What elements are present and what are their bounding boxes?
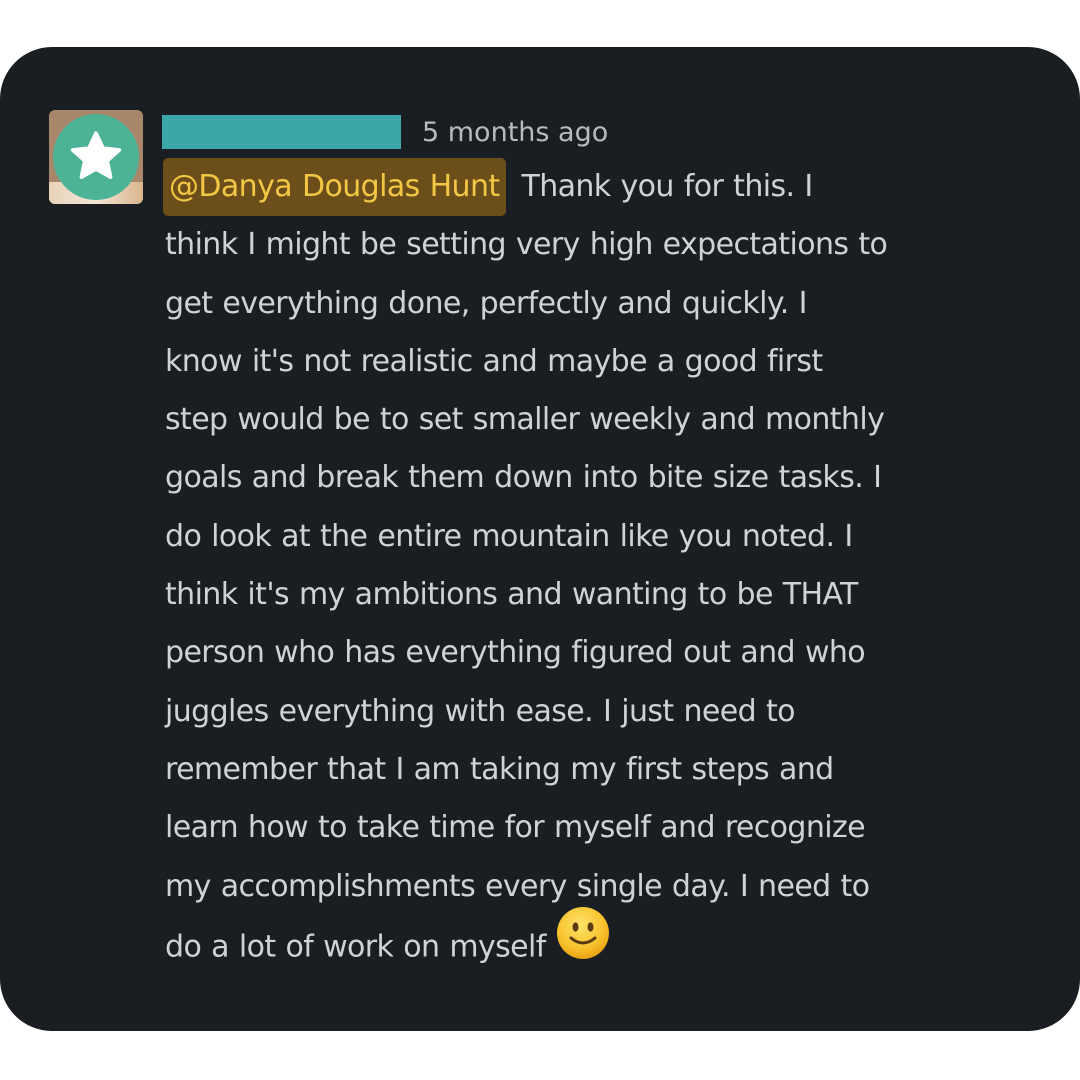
message-text: do a lot of work on myself	[165, 929, 546, 965]
message-line: do a lot of work on myself	[165, 906, 1025, 980]
message-line: think it's my ambitions and wanting to b…	[165, 577, 858, 613]
message-line: get everything done, perfectly and quick…	[165, 285, 808, 321]
message-line: person who has everything figured out an…	[165, 635, 866, 671]
author-name-redacted[interactable]	[162, 115, 401, 149]
message-line: remember that I am taking my first steps…	[165, 751, 834, 787]
message-line: @Danya Douglas Hunt Thank you for this. …	[163, 158, 1025, 216]
message-line: do look at the entire mountain like you …	[165, 518, 853, 554]
message-timestamp[interactable]: 5 months ago	[422, 113, 608, 153]
message-line: step would be to set smaller weekly and …	[165, 402, 885, 438]
slightly-smiling-face-icon	[556, 906, 610, 980]
avatar[interactable]	[49, 110, 143, 204]
message-body: @Danya Douglas Hunt Thank you for this. …	[163, 158, 1025, 980]
message-line: juggles everything with ease. I just nee…	[165, 693, 796, 729]
user-mention[interactable]: @Danya Douglas Hunt	[163, 158, 506, 216]
message-line: learn how to take time for myself and re…	[165, 810, 866, 846]
avatar-badge	[53, 114, 139, 200]
message-line: think I might be setting very high expec…	[165, 227, 888, 263]
message-line: goals and break them down into bite size…	[165, 460, 882, 496]
message-line: know it's not realistic and maybe a good…	[165, 343, 823, 379]
message-text: Thank you for this. I	[511, 169, 813, 204]
star-icon	[70, 131, 122, 179]
